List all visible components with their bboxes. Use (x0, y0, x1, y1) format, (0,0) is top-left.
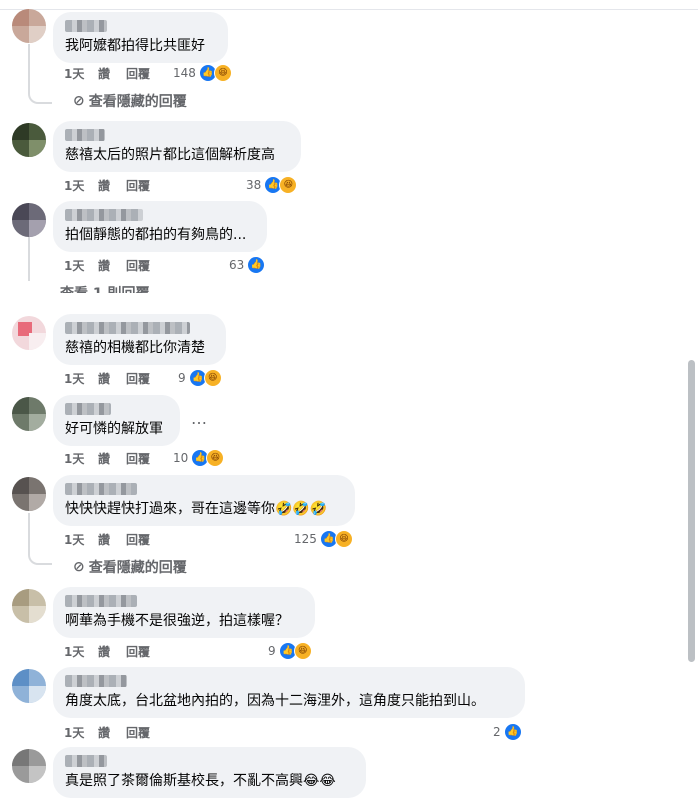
haha-icon: 😆 (206, 449, 225, 467)
reply-button[interactable]: 回覆 (126, 178, 150, 194)
author-name-blurred[interactable] (65, 483, 137, 495)
timestamp[interactable]: 1天 (64, 258, 84, 274)
view-hidden-replies-label: 查看隱藏的回覆 (88, 94, 187, 110)
reply-button[interactable]: 回覆 (126, 258, 150, 274)
author-name-blurred[interactable] (65, 755, 107, 767)
reaction-summary[interactable]: 125 👍 😆 (294, 530, 353, 548)
reaction-summary[interactable]: 9 👍 😆 (178, 369, 222, 387)
author-name-blurred[interactable] (65, 403, 111, 415)
like-button[interactable]: 讚 (98, 644, 110, 660)
avatar[interactable] (12, 123, 46, 157)
reply-button[interactable]: 回覆 (126, 644, 150, 660)
comment-bubble: 慈禧的相機都比你清楚 (53, 314, 226, 365)
reaction-summary[interactable]: 10 👍 😆 (173, 449, 225, 467)
like-icon: 👍 (503, 723, 522, 741)
timestamp[interactable]: 1天 (64, 725, 84, 741)
comment-bubble: 我阿嬤都拍得比共匪好 (53, 12, 228, 63)
comment-bubble: 快快快趕快打過來，哥在這邊等你🤣🤣🤣 (53, 475, 355, 526)
avatar[interactable] (12, 589, 46, 623)
comment-text: 拍個靜態的都拍的有夠鳥的... (65, 227, 247, 243)
reaction-count: 148 (173, 66, 196, 80)
comment-bubble: 啊華為手機不是很強逆，拍這樣喔？ (53, 587, 315, 638)
eye-off-icon: ⊘ (73, 559, 85, 575)
reply-button[interactable]: 回覆 (126, 371, 150, 387)
reaction-count: 9 (268, 644, 276, 658)
haha-icon: 😆 (334, 530, 353, 548)
comment-text: 真是照了茶爾倫斯基校長，不亂不高興😂😂 (65, 773, 336, 789)
reaction-count: 9 (178, 371, 186, 385)
haha-icon: 😆 (203, 369, 222, 387)
reaction-count: 2 (493, 725, 501, 739)
reaction-count: 38 (246, 178, 262, 192)
avatar[interactable] (12, 9, 46, 43)
avatar[interactable] (12, 316, 46, 350)
author-name-blurred[interactable] (65, 209, 143, 221)
thread-line (28, 513, 30, 553)
reply-button[interactable]: 回覆 (126, 66, 150, 82)
reaction-count: 125 (294, 532, 317, 546)
comment-text: 快快快趕快打過來，哥在這邊等你🤣🤣🤣 (65, 501, 328, 517)
like-button[interactable]: 讚 (98, 66, 110, 82)
avatar[interactable] (12, 669, 46, 703)
comment-text: 慈禧太后的照片都比這個解析度高 (65, 147, 275, 163)
timestamp[interactable]: 1天 (64, 451, 84, 467)
comment-text: 啊華為手機不是很強逆，拍這樣喔？ (65, 613, 289, 629)
avatar[interactable] (12, 477, 46, 511)
view-hidden-replies-link[interactable]: ⊘ 查看隱藏的回覆 (73, 557, 187, 577)
like-button[interactable]: 讚 (98, 725, 110, 741)
comment-text: 我阿嬤都拍得比共匪好 (65, 38, 205, 54)
thread-line (28, 44, 30, 92)
reply-button[interactable]: 回覆 (126, 725, 150, 741)
view-replies-link[interactable]: 查看 1 則回覆 (60, 283, 150, 293)
timestamp[interactable]: 1天 (64, 644, 84, 660)
reply-button[interactable]: 回覆 (126, 532, 150, 548)
reaction-count: 10 (173, 451, 189, 465)
author-name-blurred[interactable] (65, 595, 137, 607)
reaction-summary[interactable]: 38 👍 😆 (246, 176, 298, 194)
haha-icon: 😆 (279, 176, 298, 194)
comment-bubble: 角度太底，台北盆地內拍的，因為十二海浬外，這角度只能拍到山。 (53, 667, 525, 718)
reaction-summary[interactable]: 2 👍 (493, 723, 522, 741)
comment-bubble: 慈禧太后的照片都比這個解析度高 (53, 121, 301, 172)
like-icon: 👍 (247, 256, 266, 274)
more-options-icon[interactable]: … (191, 409, 208, 428)
comment-bubble: 真是照了茶爾倫斯基校長，不亂不高興😂😂 (53, 747, 366, 798)
haha-icon: 😆 (293, 642, 312, 660)
author-name-blurred[interactable] (65, 322, 190, 334)
eye-off-icon: ⊘ (73, 93, 85, 109)
thread-connector (28, 549, 52, 565)
reaction-count: 63 (229, 258, 245, 272)
scrollbar-thumb[interactable] (688, 360, 695, 662)
reaction-summary[interactable]: 9 👍 😆 (268, 642, 312, 660)
avatar[interactable] (12, 397, 46, 431)
like-button[interactable]: 讚 (98, 371, 110, 387)
author-name-blurred[interactable] (65, 675, 127, 687)
timestamp[interactable]: 1天 (64, 66, 84, 82)
avatar[interactable] (12, 749, 46, 783)
top-divider (0, 0, 698, 10)
reaction-summary[interactable]: 63 👍 (229, 256, 266, 274)
view-hidden-replies-label: 查看隱藏的回覆 (88, 560, 187, 576)
comment-text: 角度太底，台北盆地內拍的，因為十二海浬外，這角度只能拍到山。 (65, 693, 485, 709)
like-button[interactable]: 讚 (98, 532, 110, 548)
like-button[interactable]: 讚 (98, 178, 110, 194)
like-button[interactable]: 讚 (98, 451, 110, 467)
author-name-blurred[interactable] (65, 20, 107, 32)
like-button[interactable]: 讚 (98, 258, 110, 274)
reaction-summary[interactable]: 148 👍 😆 (173, 64, 232, 82)
comment-bubble: 好可憐的解放軍 (53, 395, 180, 446)
comment-text: 好可憐的解放軍 (65, 421, 163, 437)
timestamp[interactable]: 1天 (64, 178, 84, 194)
comment-text: 慈禧的相機都比你清楚 (65, 340, 205, 356)
timestamp[interactable]: 1天 (64, 371, 84, 387)
reply-button[interactable]: 回覆 (126, 451, 150, 467)
timestamp[interactable]: 1天 (64, 532, 84, 548)
comment-bubble: 拍個靜態的都拍的有夠鳥的... (53, 201, 267, 252)
view-hidden-replies-link[interactable]: ⊘ 查看隱藏的回覆 (73, 91, 187, 111)
haha-icon: 😆 (213, 64, 232, 82)
avatar[interactable] (12, 203, 46, 237)
author-name-blurred[interactable] (65, 129, 105, 141)
thread-line (28, 237, 30, 281)
thread-connector (28, 88, 52, 104)
